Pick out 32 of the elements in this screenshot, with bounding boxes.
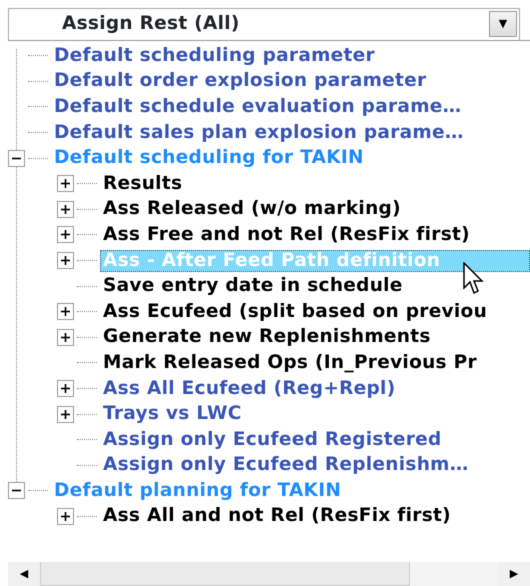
- expand-toggle[interactable]: [57, 226, 74, 244]
- tree-item[interactable]: Default scheduling parameter: [51, 44, 378, 67]
- tree-item[interactable]: Default order explosion parameter: [51, 70, 430, 92]
- tree-item[interactable]: Default sales plan explosion parame…: [51, 122, 467, 144]
- collapse-toggle[interactable]: [8, 150, 25, 167]
- tree-item[interactable]: Ass All Ecufeed (Reg+Repl): [100, 378, 398, 400]
- collapse-toggle[interactable]: [8, 482, 25, 500]
- expand-toggle[interactable]: [57, 252, 74, 270]
- tree-item[interactable]: Trays vs LWC: [100, 403, 245, 426]
- expand-toggle[interactable]: [57, 200, 74, 218]
- dropdown-value: Assign Rest (All): [61, 12, 240, 36]
- tree-item[interactable]: Results: [100, 172, 186, 195]
- dropdown[interactable]: Assign Rest (All) ▼: [8, 8, 520, 40]
- tree-item[interactable]: Mark Released Ops (In_Previous Pr: [100, 352, 480, 374]
- expand-toggle[interactable]: [57, 508, 74, 525]
- expand-toggle[interactable]: [57, 406, 74, 423]
- dropdown-button[interactable]: ▼: [489, 11, 517, 37]
- expand-toggle[interactable]: [57, 303, 74, 320]
- expand-toggle[interactable]: [57, 380, 74, 398]
- tree-item[interactable]: Ass All and not Rel (ResFix first): [100, 505, 454, 528]
- expand-toggle[interactable]: [57, 175, 74, 192]
- tree-item[interactable]: Ass Ecufeed (split based on previou: [100, 300, 490, 323]
- expand-toggle[interactable]: [57, 328, 74, 346]
- scrollbar-thumb[interactable]: [40, 562, 410, 586]
- tree-item[interactable]: Ass Released (w/o marking): [100, 198, 404, 220]
- cursor-icon: [463, 262, 485, 296]
- tree-item[interactable]: Generate new Replenishments: [100, 326, 434, 348]
- tree-item[interactable]: Save entry date in schedule: [100, 275, 406, 298]
- tree-item[interactable]: Default schedule evaluation parame…: [51, 96, 464, 118]
- tree-item[interactable]: Assign only Ecufeed Registered: [100, 428, 445, 451]
- tree-item[interactable]: Ass Free and not Rel (ResFix first): [100, 224, 473, 246]
- tree-item[interactable]: Assign only Ecufeed Replenishm…: [100, 454, 472, 476]
